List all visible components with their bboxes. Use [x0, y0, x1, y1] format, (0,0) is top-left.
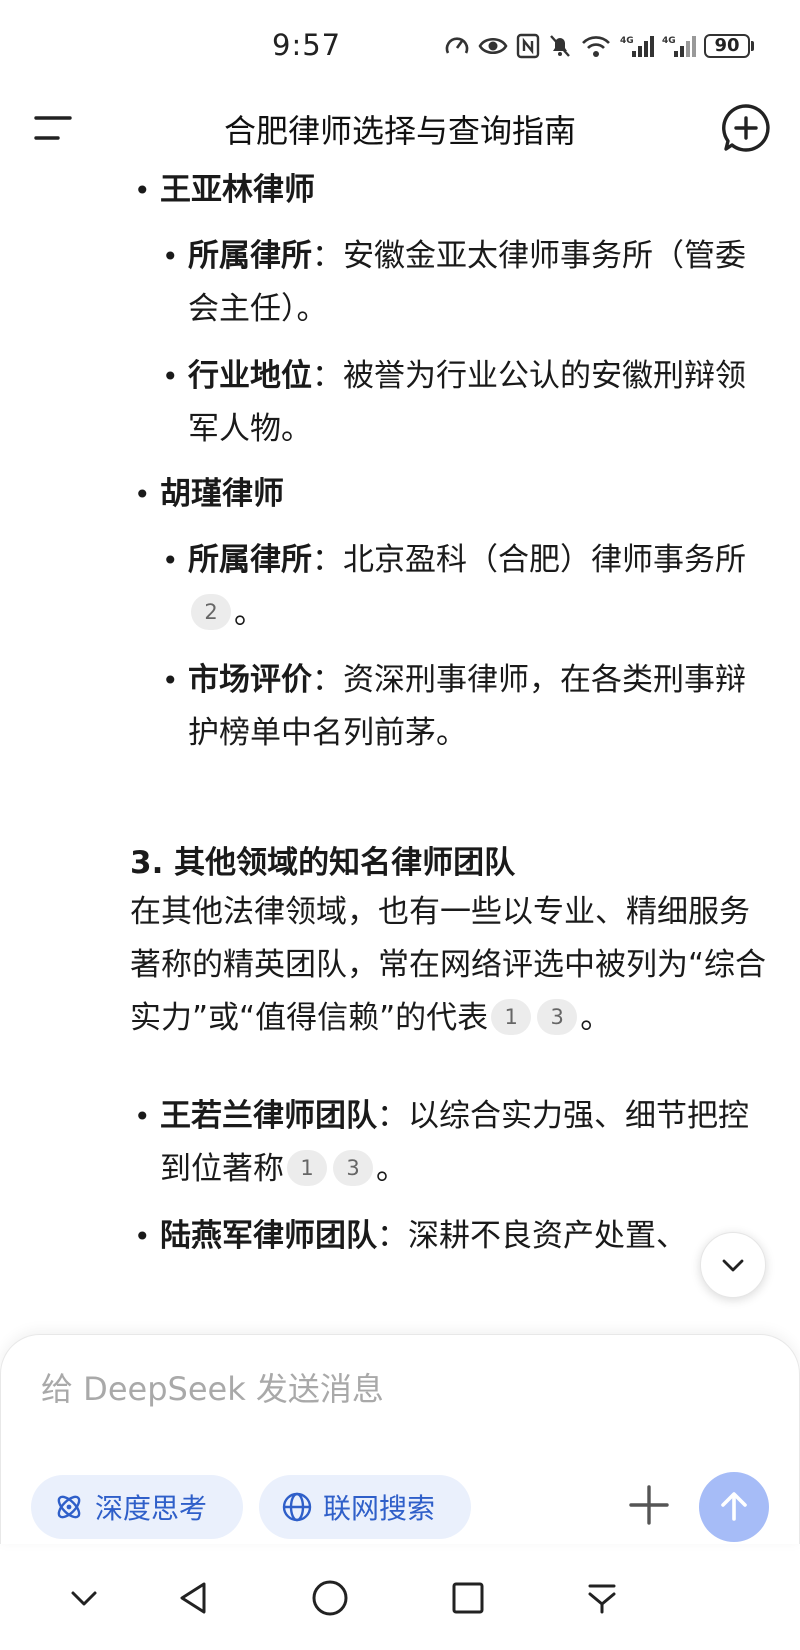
item-label: 市场评价 — [188, 662, 312, 698]
send-button[interactable] — [699, 1472, 769, 1542]
citation-badge[interactable]: 3 — [333, 1150, 373, 1186]
item-separator: ： — [312, 358, 343, 394]
item-separator: ： — [312, 238, 343, 274]
globe-icon — [282, 1492, 312, 1522]
arrow-up-icon — [721, 1492, 747, 1521]
citation-badge[interactable]: 1 — [287, 1150, 327, 1186]
wifi-icon — [582, 36, 610, 57]
list-item: • 行业地位：被誉为行业公认的安徽刑辩领军人物。 — [162, 350, 770, 456]
nav-hide-button[interactable] — [60, 1574, 108, 1622]
bullet-dot: • — [162, 664, 179, 697]
list-item: • 所属律所：北京盈科（合肥）律师事务所 2。 — [162, 534, 770, 640]
item-separator: ： — [377, 1098, 408, 1134]
list-item: • 陆燕军律师团队：深耕不良资产处置、 — [134, 1210, 770, 1263]
message-input[interactable] — [41, 1359, 741, 1419]
plus-icon — [629, 1485, 669, 1525]
signal-4g-secondary-icon: 4G — [662, 36, 696, 57]
team-name: 王若兰律师团队 — [160, 1098, 377, 1134]
pull-down-icon — [588, 1584, 616, 1614]
item-tail: 。 — [376, 1151, 407, 1187]
scroll-to-bottom-button[interactable] — [700, 1232, 766, 1298]
nav-home-button[interactable] — [306, 1574, 354, 1622]
list-item: • 市场评价：资深刑事律师，在各类刑事辩护榜单中名列前茅。 — [162, 654, 770, 760]
message-composer: 深度思考 联网搜索 — [0, 1334, 800, 1544]
nav-recents-button[interactable] — [444, 1574, 492, 1622]
status-time: 9:57 — [272, 28, 342, 62]
attach-button[interactable] — [625, 1481, 673, 1529]
item-label: 所属律所 — [188, 542, 312, 578]
recents-square-icon — [452, 1582, 484, 1614]
new-chat-button[interactable] — [720, 102, 772, 154]
nav-notifications-button[interactable] — [578, 1574, 626, 1622]
battery-icon: 90 — [704, 34, 754, 58]
chat-content: • 王亚林律师 • 所属律所：安徽金亚太律师事务所（管委会主任）。 • 行业地位… — [0, 164, 800, 1334]
item-text: 深耕不良资产处置、 — [408, 1218, 687, 1254]
list-item: • 王若兰律师团队：以综合实力强、细节把控到位著称 1 3。 — [134, 1090, 770, 1196]
signal-4g-icon: 4G — [620, 36, 654, 57]
section-heading: 3. 其他领域的知名律师团队 — [130, 845, 516, 881]
bullet-dot: • — [134, 1100, 151, 1133]
nav-back-button[interactable] — [170, 1574, 218, 1622]
mute-icon — [550, 35, 570, 57]
bullet-dot: • — [162, 360, 179, 393]
lawyer-name: 王亚林律师 — [160, 172, 315, 208]
list-item: • 所属律所：安徽金亚太律师事务所（管委会主任）。 — [162, 230, 770, 336]
paragraph-text: 在其他法律领域，也有一些以专业、精细服务著称的精英团队，常在网络评选中被列为“综… — [130, 894, 767, 1036]
svg-text:4G: 4G — [662, 36, 676, 46]
citation-badge[interactable]: 3 — [537, 999, 578, 1035]
page-title: 合肥律师选择与查询指南 — [223, 112, 576, 150]
status-icons: 4G 4G 90 — [444, 28, 754, 64]
paragraph-tail: 。 — [580, 1000, 612, 1036]
bullet-dot: • — [162, 240, 179, 273]
deep-think-label: 深度思考 — [95, 1492, 208, 1525]
list-item: • 胡瑾律师 — [134, 468, 770, 521]
list-item: • 王亚林律师 — [134, 164, 770, 217]
speed-icon — [445, 37, 469, 54]
bullet-dot: • — [134, 478, 151, 511]
battery-tip — [751, 41, 754, 51]
nfc-icon — [516, 33, 540, 59]
section-paragraph: 在其他法律领域，也有一些以专业、精细服务著称的精英团队，常在网络评选中被列为“综… — [130, 886, 780, 1045]
web-search-toggle[interactable]: 联网搜索 — [259, 1475, 471, 1539]
app-header: 合肥律师选择与查询指南 — [0, 92, 800, 164]
citation-badge[interactable]: 2 — [191, 594, 231, 630]
bullet-dot: • — [162, 544, 179, 577]
system-nav-bar — [0, 1560, 800, 1650]
item-separator: ： — [312, 542, 343, 578]
home-circle-icon — [312, 1580, 348, 1616]
chevron-down-icon — [71, 1591, 97, 1606]
team-name: 陆燕军律师团队 — [160, 1218, 377, 1254]
item-separator: ： — [377, 1218, 408, 1254]
bullet-dot: • — [134, 1220, 151, 1253]
item-label: 行业地位 — [188, 358, 312, 394]
lawyer-name: 胡瑾律师 — [160, 476, 284, 512]
item-text: 北京盈科（合肥）律师事务所 — [343, 542, 746, 578]
bullet-dot: • — [134, 174, 151, 207]
chevron-down-icon — [722, 1259, 744, 1272]
citation-badge[interactable]: 1 — [491, 999, 532, 1035]
web-search-label: 联网搜索 — [323, 1492, 436, 1525]
item-label: 所属律所 — [188, 238, 312, 274]
back-triangle-icon — [180, 1582, 206, 1614]
new-chat-icon — [722, 104, 770, 152]
atom-icon — [57, 1495, 81, 1519]
battery-level: 90 — [704, 34, 750, 58]
item-tail: 。 — [234, 595, 265, 631]
status-bar: 9:57 4G 4G 90 — [0, 0, 800, 92]
svg-text:4G: 4G — [620, 36, 634, 46]
item-separator: ： — [312, 662, 343, 698]
deep-think-toggle[interactable]: 深度思考 — [31, 1475, 243, 1539]
eye-icon — [478, 37, 508, 55]
